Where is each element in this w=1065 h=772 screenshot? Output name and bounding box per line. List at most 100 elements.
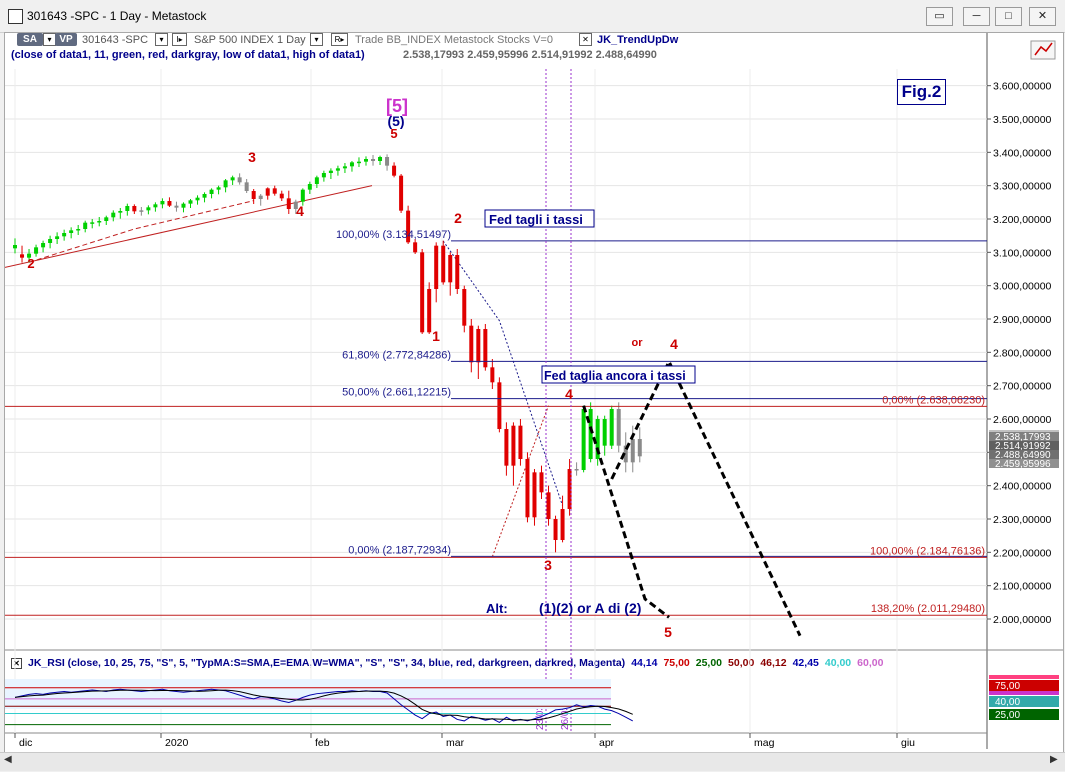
y-tick-label: 2.400,00000 <box>993 481 1052 493</box>
candle-body <box>202 194 207 198</box>
x-tick-label: feb <box>315 737 330 749</box>
y-tick-label: 2.800,00000 <box>993 347 1052 359</box>
x-tick-label: apr <box>599 737 615 749</box>
candle-body <box>188 200 193 204</box>
candle-body <box>160 201 165 205</box>
projection-path-b <box>610 358 802 637</box>
candle-body <box>356 161 361 164</box>
candle-body <box>385 157 390 166</box>
y-tick-label: 3.600,00000 <box>993 81 1052 93</box>
y-tick-label: 2.200,00000 <box>993 547 1052 559</box>
wave-label: 2 <box>454 210 462 226</box>
candle-body <box>34 247 39 254</box>
candle-body <box>511 425 516 466</box>
restore-chart-button[interactable]: ▭ <box>926 7 953 26</box>
candle-body <box>378 157 383 161</box>
scroll-right-icon[interactable]: ▶ <box>1050 754 1058 765</box>
candle-body <box>546 492 551 519</box>
horizontal-scrollbar[interactable] <box>0 752 1065 771</box>
trendline-lower <box>5 185 373 268</box>
candle-body <box>153 204 158 208</box>
candle-body <box>539 472 544 493</box>
candle-body <box>413 242 418 253</box>
candle-body <box>342 166 347 169</box>
y-tick-label: 2.900,00000 <box>993 314 1052 326</box>
wave-label: 5 <box>664 624 672 640</box>
candle-body <box>195 197 200 201</box>
candle-body <box>602 419 607 446</box>
wave-label: 2 <box>27 256 34 271</box>
candle-body <box>609 409 614 446</box>
candle-body <box>265 188 270 196</box>
candle-body <box>328 170 333 173</box>
candle-body <box>392 165 397 176</box>
chart-panel[interactable]: SA ▾ VP 301643 -SPC ▾ I▸ S&P 500 INDEX 1… <box>4 32 1064 770</box>
candle-body <box>223 180 228 188</box>
close-button[interactable]: ✕ <box>1029 7 1056 26</box>
window-title: 301643 -SPC - 1 Day - Metastock <box>27 9 207 23</box>
rsi-tag-accent <box>989 675 1059 679</box>
rsi-tag-label: 25,00 <box>995 710 1020 721</box>
candle-body <box>20 254 25 258</box>
candle-body <box>97 221 102 223</box>
candle-body <box>321 173 326 178</box>
candle-body <box>630 439 635 463</box>
fig-label-box: Fig.2 <box>897 79 946 105</box>
scroll-left-icon[interactable]: ◀ <box>4 754 12 765</box>
alt-annotation: Alt: <box>486 601 508 616</box>
candle-body <box>307 184 312 190</box>
candle-body <box>553 519 558 540</box>
candle-body <box>251 191 256 199</box>
candle-body <box>41 243 46 248</box>
candle-body <box>55 236 60 239</box>
y-tick-label: 2.100,00000 <box>993 581 1052 593</box>
wave-label: 4 <box>296 203 304 219</box>
candle-body <box>13 245 17 249</box>
wave-label: 4 <box>670 336 678 352</box>
candle-body <box>371 159 376 161</box>
candle-body <box>62 233 67 237</box>
candle-body <box>258 195 263 199</box>
wave-label: 1 <box>432 328 440 344</box>
y-tick-label: 2.000,00000 <box>993 614 1052 626</box>
candle-body <box>104 217 109 221</box>
candle-body <box>230 177 235 181</box>
y-tick-label: 3.200,00000 <box>993 214 1052 226</box>
candle-body <box>441 245 446 283</box>
projection-label: 0,00% (2.638,06230) <box>882 394 985 406</box>
projection-label: 100,00% (2.184,76136) <box>870 545 985 557</box>
candle-body <box>469 325 474 363</box>
candle-body <box>286 198 291 209</box>
candle-body <box>525 459 530 518</box>
wave-label: 4 <box>565 386 573 402</box>
candle-body <box>427 289 432 333</box>
candle-body <box>146 207 151 211</box>
x-tick-label: mar <box>446 737 465 749</box>
candle-body <box>637 439 642 457</box>
y-tick-label: 3.000,00000 <box>993 281 1052 293</box>
price-chart-svg[interactable]: 3.600,00000 3.500,00000 3.400,00000 3.300,0… <box>5 33 1063 769</box>
wave-label: 3 <box>544 557 552 573</box>
rsi-band <box>5 679 611 709</box>
candle-body <box>455 255 460 289</box>
price-tag-label: 2.459,95996 <box>995 459 1051 470</box>
wave-label: or <box>632 337 644 349</box>
candle-body <box>560 509 565 540</box>
fed1-annotation: Fed tagli i tassi <box>489 212 583 227</box>
x-tick-label: mag <box>754 737 775 749</box>
candle-body <box>581 409 586 470</box>
candle-body <box>300 189 305 202</box>
candle-body <box>279 193 284 199</box>
minimize-button[interactable]: ─ <box>963 7 990 26</box>
candle-body <box>420 252 425 333</box>
candle-body <box>181 203 186 208</box>
fig-label: Fig.2 <box>901 82 942 101</box>
app-icon <box>8 9 23 24</box>
maximize-button[interactable]: □ <box>995 7 1022 26</box>
candle-body <box>132 206 137 212</box>
candle-body <box>83 222 88 229</box>
candle-body <box>314 177 319 184</box>
candle-body <box>118 211 123 213</box>
candle-body <box>237 177 242 183</box>
candle-body <box>139 210 144 212</box>
